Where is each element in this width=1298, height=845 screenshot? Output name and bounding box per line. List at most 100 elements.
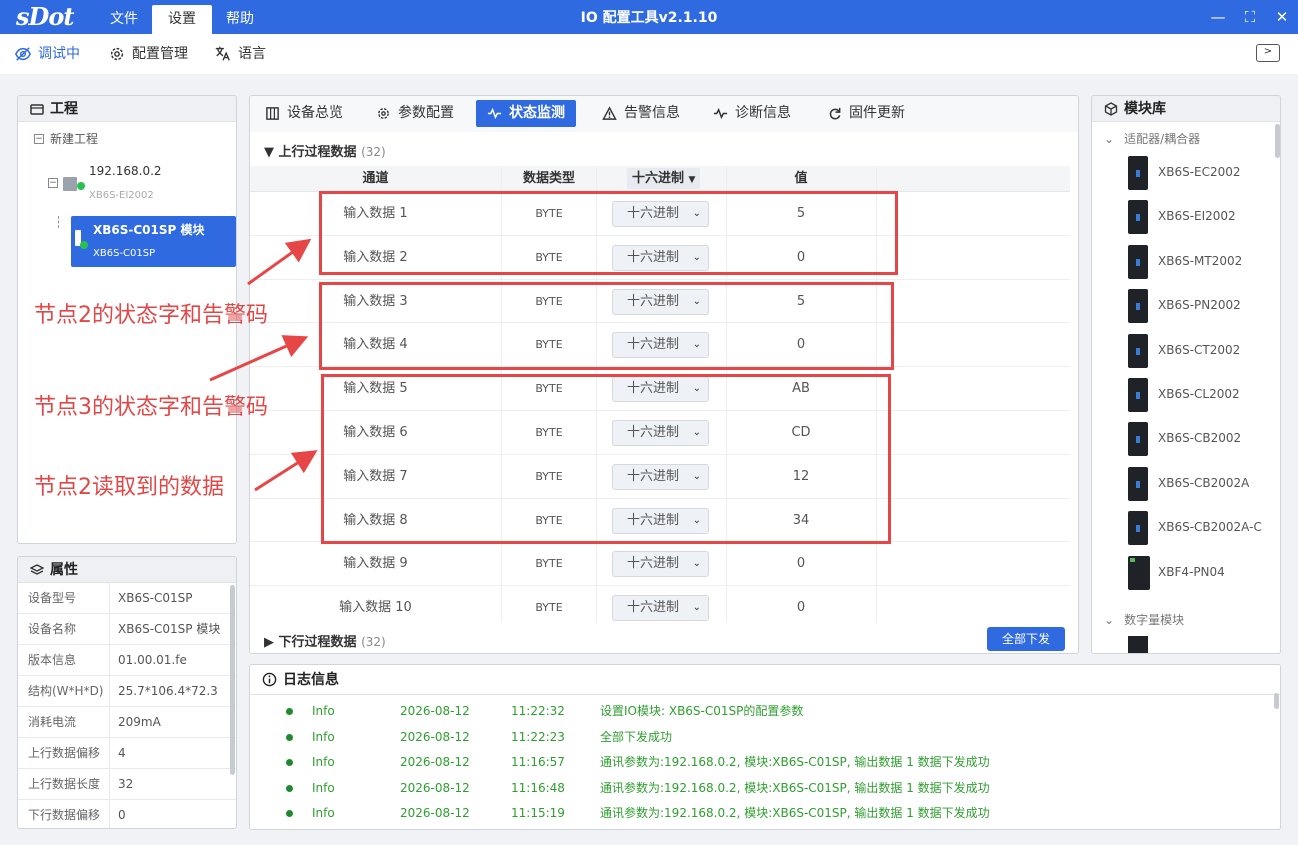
tree-root-label: 新建工程: [50, 132, 99, 146]
download-all-button[interactable]: 全部下发: [987, 627, 1065, 651]
col-data-type: 数据类型: [522, 171, 575, 186]
library-item[interactable]: XB6S-CL2002: [1124, 376, 1274, 416]
tab-label: 状态监测: [509, 105, 565, 121]
project-title: 工程: [50, 100, 78, 117]
hex-format-label: 十六进制: [632, 171, 685, 186]
log-header: 日志信息: [250, 665, 1280, 695]
format-select[interactable]: 十六进制 ⌄: [612, 595, 709, 622]
library-item[interactable]: XB6S-CB2002: [1124, 420, 1274, 460]
panel-toggle-icon[interactable]: >: [1256, 44, 1280, 62]
library-item-label: XB6S-CL2002: [1158, 387, 1240, 401]
property-key: 上行数据偏移: [18, 738, 110, 768]
collapsed-triangle-icon: ▶: [264, 635, 274, 650]
eye-off-icon: [14, 47, 32, 61]
log-level: Info: [312, 704, 335, 718]
hex-format-dropdown[interactable]: 十六进制 ▼: [627, 168, 701, 189]
format-select-value: 十六进制: [627, 556, 680, 572]
library-item[interactable]: XB6S-EI2002: [1124, 198, 1274, 238]
upstream-count: (32): [361, 145, 386, 159]
value-cell: 0: [796, 556, 806, 572]
translate-icon: [215, 46, 230, 61]
library-item[interactable]: XBF4-PN04: [1124, 554, 1274, 594]
status-dot-icon: [286, 784, 293, 792]
chevron-down-icon: ⌄: [1104, 612, 1115, 627]
category-label: 适配器/耦合器: [1124, 132, 1201, 146]
property-row: 上行数据长度 32: [18, 769, 236, 800]
menu-bar: 文件 设置 帮助: [96, 0, 268, 34]
format-select[interactable]: 十六进制 ⌄: [612, 551, 709, 578]
property-value: XB6S-C01SP: [118, 591, 193, 605]
tab-device-overview[interactable]: 设备总览: [254, 100, 354, 127]
library-item-label: XB6S-CB2002A-C: [1158, 520, 1262, 535]
module-thumbnail: [1128, 289, 1148, 324]
library-scrollbar[interactable]: [1275, 124, 1280, 158]
menu-settings[interactable]: 设置: [152, 5, 212, 34]
property-row: 设备型号 XB6S-C01SP: [18, 583, 236, 614]
library-item[interactable]: XB6S-EC2002: [1124, 154, 1274, 194]
maximize-button[interactable]: ⛶: [1234, 0, 1266, 34]
tab-alarm-info[interactable]: 告警信息: [591, 100, 691, 127]
collapse-icon[interactable]: −: [34, 133, 44, 144]
tab-status-monitor[interactable]: 状态监测: [476, 100, 576, 127]
device-ip: 192.168.0.2: [89, 164, 162, 178]
module-thumbnail: [1128, 333, 1148, 368]
property-value: 25.7*106.4*72.3: [118, 684, 218, 698]
cube-icon: [1104, 101, 1118, 116]
tab-diagnostic-info[interactable]: 诊断信息: [702, 100, 802, 127]
collapse-icon[interactable]: −: [48, 178, 58, 188]
tree-root[interactable]: − 新建工程: [34, 130, 98, 147]
category-digital[interactable]: ⌄ 数字量模块: [1104, 611, 1184, 628]
tab-label: 固件更新: [849, 105, 905, 121]
chevron-down-icon: ⌄: [692, 602, 701, 614]
tab-label: 参数配置: [398, 105, 454, 121]
module-thumbnail: [1128, 378, 1148, 412]
pulse-icon: [713, 107, 728, 120]
library-item[interactable]: XB6S-CT2002: [1124, 332, 1274, 372]
library-item[interactable]: XB6S-CB2002A-C: [1124, 509, 1274, 549]
property-value: 01.00.01.fe: [118, 653, 187, 667]
upstream-section-header[interactable]: ▼ 上行过程数据 (32): [264, 141, 386, 160]
library-item[interactable]: XB6S-CB2002A: [1124, 465, 1274, 505]
menu-help[interactable]: 帮助: [212, 0, 268, 34]
info-icon: [262, 672, 277, 687]
downstream-label: 下行过程数据: [278, 635, 357, 650]
log-date: 2026-08-12: [400, 704, 470, 718]
close-button[interactable]: ✕: [1266, 0, 1298, 34]
downstream-section-header[interactable]: ▶ 下行过程数据 (32): [264, 631, 386, 650]
library-item-label: XB6S-EC2002: [1158, 165, 1241, 179]
library-item[interactable]: XB6S-MT2002: [1124, 243, 1274, 283]
minimize-button[interactable]: —: [1202, 0, 1234, 34]
log-entry: Info 2026-08-12 11:16:57 通讯参数为:192.168.0.2,…: [250, 750, 1270, 775]
tab-firmware-update[interactable]: 固件更新: [816, 100, 916, 127]
menu-file[interactable]: 文件: [96, 0, 152, 34]
status-dot-icon: [286, 810, 293, 817]
library-item-label: XB6S-MT2002: [1158, 253, 1243, 268]
tab-parameter-config[interactable]: 参数配置: [365, 100, 465, 127]
log-level: Info: [312, 729, 335, 744]
library-title: 模块库: [1124, 100, 1166, 117]
properties-scrollbar[interactable]: [230, 585, 235, 775]
tab-label: 告警信息: [624, 105, 680, 121]
chevron-down-icon: ▼: [688, 175, 696, 185]
category-adapters[interactable]: ⌄ 适配器/耦合器: [1104, 130, 1200, 147]
property-key: 消耗电流: [18, 707, 110, 737]
log-time: 11:16:57: [511, 755, 565, 769]
log-time: 11:22:32: [511, 704, 565, 718]
tree-module-node[interactable]: XB6S-C01SP 模块 XB6S-C01SP: [71, 216, 236, 267]
log-scrollbar[interactable]: [1274, 693, 1279, 709]
log-message: 通讯参数为:192.168.0.2, 模块:XB6S-C01SP, 输出数据 1…: [600, 780, 990, 795]
channel-cell: 输入数据 10: [339, 600, 412, 616]
table-row: 输入数据 9 BYTE 十六进制 ⌄ 0: [250, 542, 1070, 587]
log-entry: Info 2026-08-12 11:15:19 通讯参数为:192.168.0.2,…: [250, 801, 1270, 826]
device-model: XB6S-EI2002: [89, 190, 154, 201]
config-management-button[interactable]: 配置管理: [108, 34, 188, 74]
property-key: 设备名称: [18, 614, 110, 644]
properties-header: 属性: [18, 557, 236, 583]
annotation-label-node2-status: 节点2的状态字和告警码: [34, 303, 268, 328]
debug-button[interactable]: 调试中: [14, 34, 80, 74]
gear-icon: [110, 47, 124, 61]
library-item[interactable]: XB6S-PN2002: [1124, 287, 1274, 327]
language-button[interactable]: 语言: [214, 34, 266, 74]
debug-label: 调试中: [38, 46, 80, 62]
annotation-box-3: [321, 374, 891, 544]
